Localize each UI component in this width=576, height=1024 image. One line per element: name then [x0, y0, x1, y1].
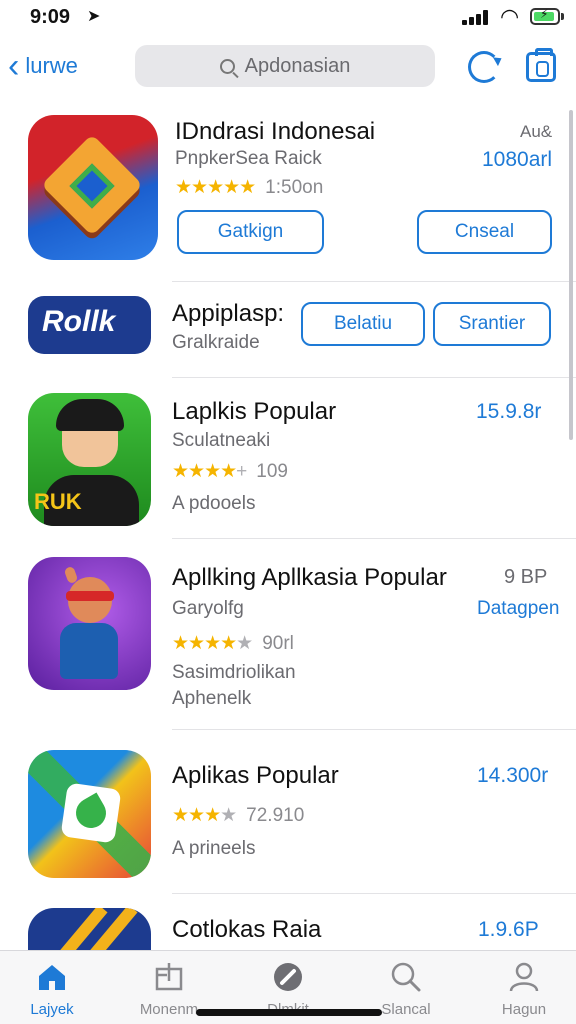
rating-stars: ★★★★ 72.910 — [172, 805, 305, 826]
app-icon[interactable]: Rollk — [28, 296, 151, 354]
app-note: A pdooels — [172, 493, 256, 514]
wifi-icon: ◠ — [500, 4, 520, 29]
tab-label: Lajyek — [30, 1001, 74, 1018]
battery-tip — [561, 13, 564, 20]
app-subtitle: Sculatneaki — [172, 430, 271, 451]
location-arrow-icon: ➤ — [87, 8, 101, 25]
chevron-left-icon: ‹ — [8, 47, 20, 85]
home-indicator — [196, 1009, 382, 1016]
app-title: IDndrasi Indonesai — [175, 118, 376, 145]
app-subtitle: Gralkraide — [172, 332, 260, 353]
app-icon[interactable] — [28, 750, 151, 878]
logo-text: Rollk — [42, 305, 116, 338]
refresh-icon[interactable] — [468, 51, 500, 83]
tab-label: Hagun — [501, 1001, 547, 1018]
apps-icon — [155, 963, 183, 991]
rating-stars: ★★★★★ 1:50on — [175, 177, 324, 198]
home-icon — [39, 965, 65, 990]
status-time: 9:09 — [30, 6, 71, 28]
start-button[interactable]: Srantier — [433, 302, 551, 346]
rating-count: 90rl — [262, 633, 294, 654]
app-title: Apllking Apllkasia Popular — [172, 564, 447, 591]
get-button[interactable]: Gatkign — [177, 210, 324, 254]
app-category-link[interactable]: Datagpen — [477, 598, 559, 620]
divider — [172, 538, 576, 539]
back-button[interactable]: ‹ lurwe — [8, 48, 78, 84]
rating-count: 72.910 — [246, 805, 305, 826]
app-icon[interactable] — [28, 557, 151, 690]
age-rating: Au& — [520, 122, 553, 141]
search-icon — [391, 962, 421, 992]
open-button[interactable]: Belatiu — [301, 302, 425, 346]
app-title: Appiplasp: — [172, 300, 285, 327]
rating-stars: ★★★★★ 90rl — [172, 633, 294, 654]
nav-bar: ‹ lurwe Apdonasian — [0, 40, 576, 94]
tab-profile[interactable]: Hagun — [474, 951, 574, 1024]
app-note: A prineels — [172, 838, 256, 859]
profile-icon — [509, 962, 539, 992]
game-icon — [274, 963, 302, 991]
list-item[interactable]: RUK Laplkis Popular Sculatneaki ★★★★+ 109… — [0, 378, 576, 540]
rating-stars: ★★★★+ 109 — [172, 461, 288, 482]
logo-text: RUK — [34, 489, 82, 514]
tab-today[interactable]: Lajyek — [2, 951, 102, 1024]
search-icon — [219, 58, 235, 74]
app-price: 15.9.8r — [476, 400, 542, 423]
app-icon[interactable] — [28, 908, 151, 950]
app-title: Cotlokas Raia — [172, 916, 322, 943]
app-subtitle: PnpkerSea Raick — [175, 148, 322, 169]
app-icon[interactable] — [28, 115, 158, 260]
rating-count: 109 — [256, 461, 288, 482]
list-item[interactable]: Rollk Appiplasp: Gralkraide Belatiu Sran… — [0, 282, 576, 378]
app-size: 9 BP — [504, 566, 548, 588]
camera-icon[interactable] — [526, 48, 556, 82]
status-bar: 9:09 ➤ ◠ ⚡ — [0, 0, 576, 36]
list-item[interactable]: Cotlokas Raia 1.9.6P — [0, 894, 576, 950]
signal-icon — [462, 9, 492, 25]
app-note-secondary: Aphenelk — [172, 688, 252, 709]
back-label: lurwe — [25, 53, 78, 78]
app-price: 14.300r — [477, 764, 549, 787]
search-value: Apdonasian — [244, 54, 351, 77]
app-price: 1080arl — [482, 148, 553, 171]
app-note: Sasimdriolikan — [172, 662, 296, 683]
cancel-button[interactable]: Cnseal — [417, 210, 552, 254]
scrollbar[interactable] — [569, 110, 573, 440]
list-item[interactable]: Aplikas Popular ★★★★ 72.910 A prineels 14… — [0, 730, 576, 894]
rating-count: 1:50on — [265, 177, 324, 198]
app-subtitle: Garyolfg — [172, 598, 244, 619]
search-input[interactable]: Apdonasian — [135, 45, 435, 87]
list-item[interactable]: Apllking Apllkasia Popular Garyolfg ★★★★… — [0, 540, 576, 730]
app-icon[interactable]: RUK — [28, 393, 151, 526]
app-title: Aplikas Popular — [172, 762, 339, 789]
battery-charging-icon: ⚡ — [530, 7, 560, 25]
app-price: 1.9.6P — [478, 918, 539, 941]
list-item[interactable]: IDndrasi Indonesai PnpkerSea Raick ★★★★★… — [0, 110, 576, 282]
app-title: Laplkis Popular — [172, 398, 337, 425]
